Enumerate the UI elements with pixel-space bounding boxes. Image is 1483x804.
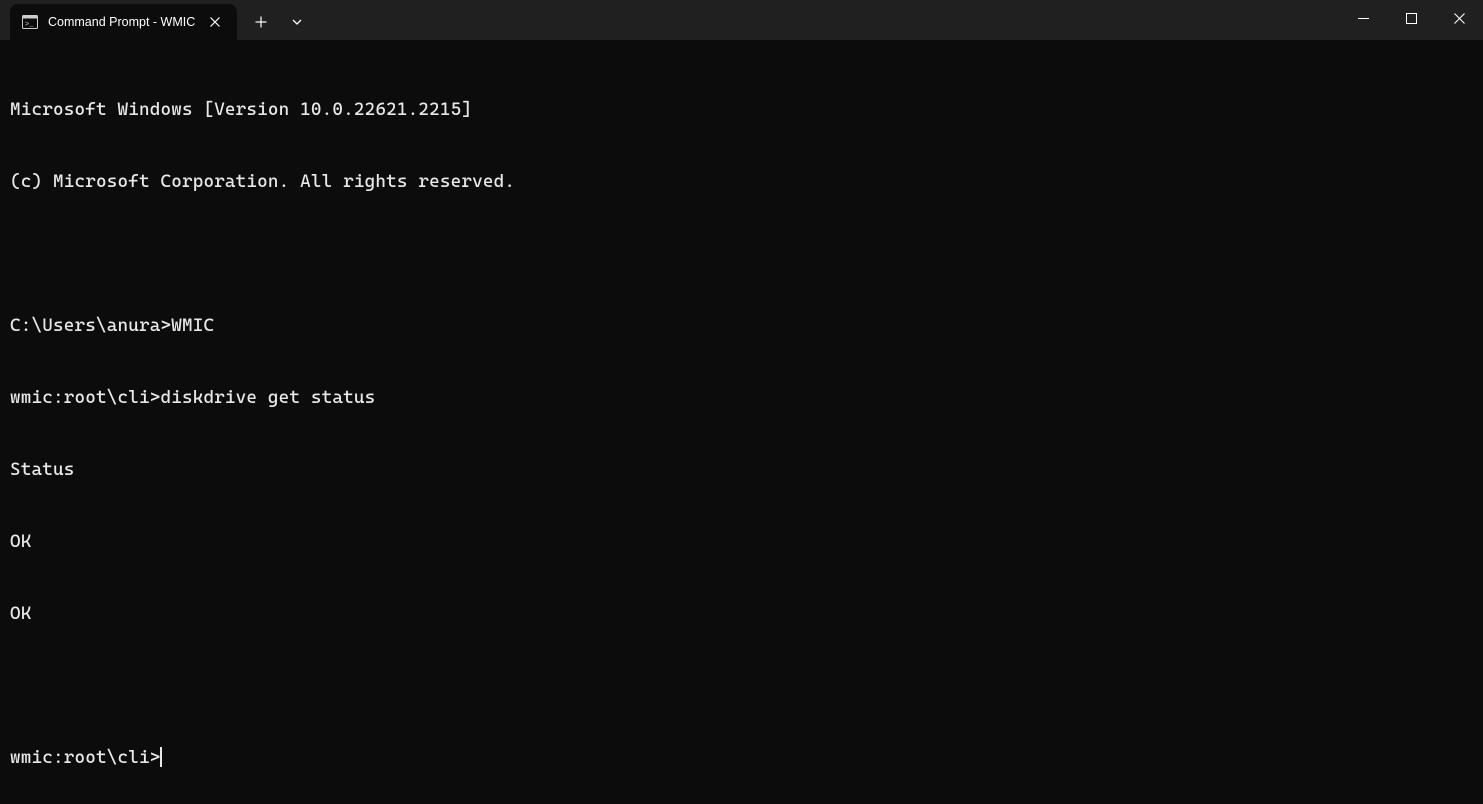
minimize-button[interactable] [1339,0,1387,36]
terminal-line: wmic:root\cli>diskdrive get status [10,386,1473,410]
terminal-line: Status [10,458,1473,482]
tab-active[interactable]: >_ Command Prompt - WMIC [10,4,237,40]
terminal-prompt: wmic:root\cli> [10,747,160,768]
tab-close-button[interactable] [205,12,225,32]
terminal-line: (c) Microsoft Corporation. All rights re… [10,170,1473,194]
terminal-icon: >_ [22,14,38,30]
terminal-line: OK [10,530,1473,554]
terminal-line [10,242,1473,266]
terminal-output[interactable]: Microsoft Windows [Version 10.0.22621.22… [0,40,1483,804]
svg-text:>_: >_ [25,21,34,29]
close-button[interactable] [1435,0,1483,36]
maximize-button[interactable] [1387,0,1435,36]
tab-dropdown-button[interactable] [279,6,315,38]
terminal-line [10,674,1473,698]
tabs-area: >_ Command Prompt - WMIC [0,0,315,40]
terminal-line: C:\Users\anura>WMIC [10,314,1473,338]
titlebar: >_ Command Prompt - WMIC [0,0,1483,40]
new-tab-button[interactable] [243,6,279,38]
terminal-line: OK [10,602,1473,626]
tab-actions [237,4,315,40]
terminal-line: Microsoft Windows [Version 10.0.22621.22… [10,98,1473,122]
cursor [160,747,162,767]
terminal-prompt-line: wmic:root\cli> [10,746,1473,770]
tab-title: Command Prompt - WMIC [48,15,195,29]
titlebar-drag-area[interactable] [315,0,1339,40]
window-controls [1339,0,1483,40]
